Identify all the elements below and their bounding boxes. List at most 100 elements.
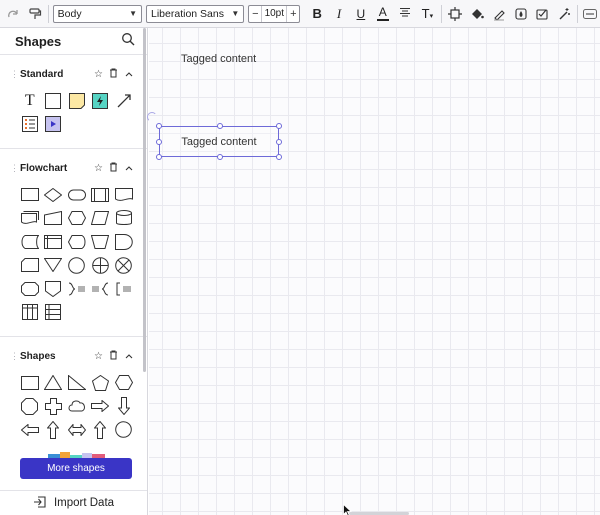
document-shape[interactable]	[112, 183, 136, 207]
section-flowchart-header[interactable]: ⋮ Flowchart ☆	[0, 157, 147, 179]
search-icon[interactable]	[121, 32, 135, 51]
resize-handle-bottom[interactable]	[217, 154, 223, 160]
video-shape[interactable]	[42, 113, 66, 137]
shapes-panel-scrollbar[interactable]	[143, 28, 146, 372]
decision-shape[interactable]	[42, 183, 66, 207]
cloud-shape[interactable]	[65, 395, 89, 419]
manual-input-shape[interactable]	[42, 207, 66, 231]
style-icon[interactable]	[532, 3, 554, 25]
bold-button[interactable]: B	[306, 6, 328, 21]
italic-button[interactable]: I	[328, 6, 350, 22]
sticky-note-shape[interactable]	[65, 89, 89, 113]
triangle-shape[interactable]	[42, 371, 66, 395]
pentagon-shape[interactable]	[89, 371, 113, 395]
connector-shape[interactable]	[65, 254, 89, 278]
process-shape[interactable]	[18, 183, 42, 207]
line-style-icon[interactable]	[580, 3, 600, 25]
resize-handle-bottom-right[interactable]	[276, 154, 282, 160]
delay-shape[interactable]	[112, 230, 136, 254]
font-dropdown[interactable]: Liberation Sans ▼	[146, 4, 245, 23]
chevron-up-icon[interactable]	[122, 69, 135, 80]
align-icon[interactable]	[394, 6, 416, 21]
drag-handle-icon[interactable]: ⋮	[10, 163, 20, 174]
data-shape[interactable]	[89, 207, 113, 231]
rotate-handle-icon[interactable]	[147, 112, 157, 122]
arrow-line-shape[interactable]	[112, 89, 136, 113]
resize-handle-right[interactable]	[276, 139, 282, 145]
line-color-icon[interactable]	[488, 3, 510, 25]
stored-data-shape[interactable]	[18, 230, 42, 254]
trash-icon[interactable]	[107, 350, 120, 363]
hexagon-shape[interactable]	[112, 371, 136, 395]
display-shape[interactable]	[65, 230, 89, 254]
predefined-process-shape[interactable]	[89, 183, 113, 207]
bracket-annotation-shape[interactable]	[112, 277, 136, 301]
resize-handle-top[interactable]	[217, 123, 223, 129]
block-arrow-up-shape[interactable]	[42, 418, 66, 442]
chevron-up-icon[interactable]	[122, 351, 135, 362]
more-shapes-button[interactable]: More shapes	[20, 458, 132, 479]
star-icon[interactable]: ☆	[92, 163, 105, 174]
resize-handle-left[interactable]	[156, 139, 162, 145]
off-page-connector-shape[interactable]	[18, 277, 42, 301]
block-arrow-double-shape[interactable]	[65, 418, 89, 442]
internal-storage-shape[interactable]	[42, 230, 66, 254]
preparation-shape[interactable]	[65, 207, 89, 231]
circle-shape[interactable]	[112, 418, 136, 442]
style-dropdown[interactable]: Body ▼	[52, 4, 142, 23]
list-shape[interactable]	[18, 113, 42, 137]
annotation-right-shape[interactable]	[65, 277, 89, 301]
annotation-left-shape[interactable]	[89, 277, 113, 301]
trash-icon[interactable]	[107, 68, 120, 81]
manual-operation-shape[interactable]	[89, 230, 113, 254]
block-arrow-up-alt-shape[interactable]	[89, 418, 113, 442]
redo-icon[interactable]	[2, 3, 24, 25]
cross-shape[interactable]	[42, 395, 66, 419]
underline-button[interactable]: U	[350, 7, 372, 21]
rectangle-shape[interactable]	[18, 371, 42, 395]
terminator-shape[interactable]	[65, 183, 89, 207]
merge-shape[interactable]	[42, 254, 66, 278]
font-size-input[interactable]: 10pt	[261, 5, 288, 22]
resize-handle-top-left[interactable]	[156, 123, 162, 129]
lightning-block-shape[interactable]	[89, 89, 113, 113]
decrease-font-size-button[interactable]: −	[249, 8, 261, 20]
horizontal-swimlane-shape[interactable]	[42, 301, 66, 325]
text-size-button[interactable]: T▾	[415, 6, 439, 21]
or-shape[interactable]	[89, 254, 113, 278]
canvas-text-label[interactable]: Tagged content	[181, 53, 256, 65]
drag-handle-icon[interactable]: ⋮	[10, 351, 20, 362]
magic-wand-icon[interactable]	[553, 3, 575, 25]
off-page-reference-shape[interactable]	[42, 277, 66, 301]
drawing-canvas[interactable]: Tagged content Tagged content	[147, 28, 600, 515]
drag-handle-icon[interactable]: ⋮	[10, 69, 20, 80]
selected-text-shape[interactable]: Tagged content	[156, 123, 282, 160]
multi-document-shape[interactable]	[18, 207, 42, 231]
fill-color-icon[interactable]	[466, 3, 488, 25]
database-shape[interactable]	[112, 207, 136, 231]
section-shapes-header[interactable]: ⋮ Shapes ☆	[0, 345, 147, 367]
trash-icon[interactable]	[107, 162, 120, 175]
opacity-icon[interactable]	[510, 3, 532, 25]
resize-handle-bottom-left[interactable]	[156, 154, 162, 160]
resize-handle-top-right[interactable]	[276, 123, 282, 129]
star-icon[interactable]: ☆	[92, 351, 105, 362]
position-icon[interactable]	[444, 3, 466, 25]
block-arrow-left-shape[interactable]	[18, 418, 42, 442]
right-triangle-shape[interactable]	[65, 371, 89, 395]
block-arrow-right-shape[interactable]	[89, 395, 113, 419]
chevron-up-icon[interactable]	[122, 163, 135, 174]
format-painter-icon[interactable]	[24, 3, 46, 25]
increase-font-size-button[interactable]: +	[287, 8, 299, 20]
star-icon[interactable]: ☆	[92, 69, 105, 80]
section-standard-header[interactable]: ⋮ Standard ☆	[0, 63, 147, 85]
octagon-shape[interactable]	[18, 395, 42, 419]
text-color-button[interactable]: A	[372, 6, 394, 21]
vertical-swimlane-shape[interactable]	[18, 301, 42, 325]
import-data-button[interactable]: Import Data	[0, 490, 147, 515]
rectangle-shape[interactable]	[42, 89, 66, 113]
card-shape[interactable]	[18, 254, 42, 278]
text-shape[interactable]: T	[18, 89, 42, 113]
summing-junction-shape[interactable]	[112, 254, 136, 278]
block-arrow-down-shape[interactable]	[112, 395, 136, 419]
